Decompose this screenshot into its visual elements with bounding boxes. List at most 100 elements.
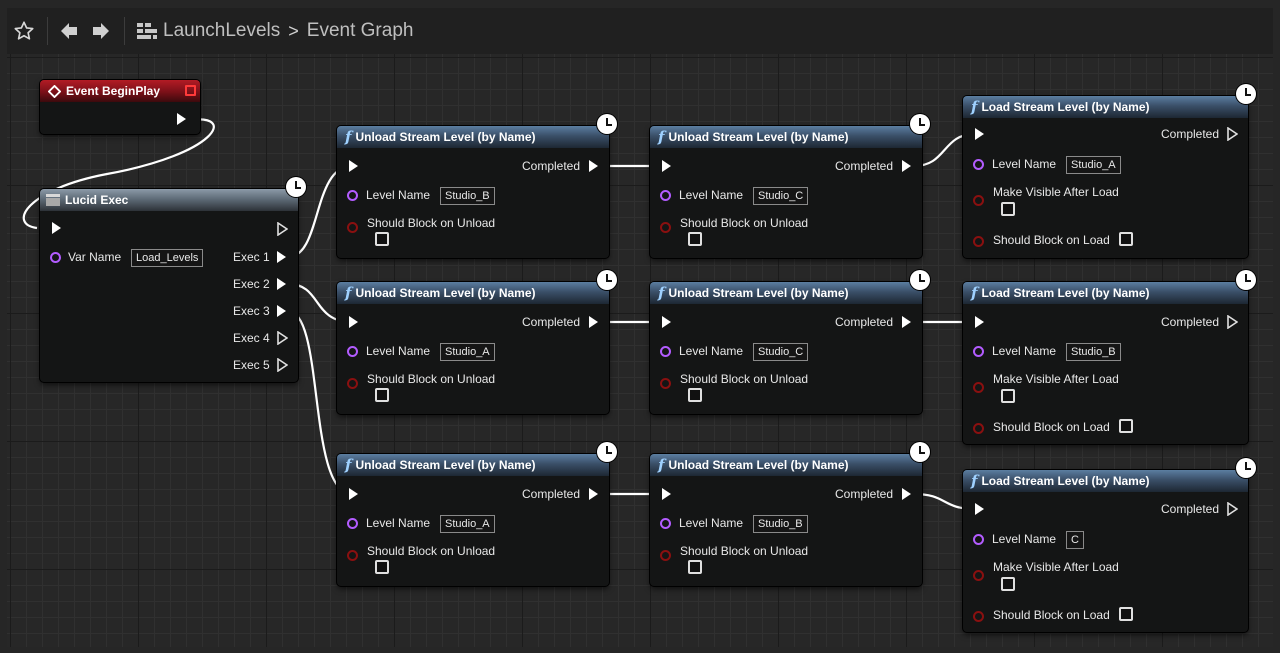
exec-out-pin[interactable] (277, 222, 288, 236)
completed-pin[interactable] (902, 316, 911, 328)
unload-stream-level-node[interactable]: f Unload Stream Level (by Name) Completed… (650, 454, 922, 586)
string-pin-icon[interactable] (660, 190, 671, 201)
bool-pin-icon[interactable] (973, 423, 984, 434)
bool-pin-icon[interactable] (347, 550, 358, 561)
make-visible-checkbox[interactable] (1001, 202, 1015, 216)
level-name-field[interactable]: Studio_C (753, 187, 809, 205)
exec-in-pin[interactable] (349, 316, 358, 328)
var-name-field[interactable]: Load_Levels (131, 249, 204, 267)
bool-pin-icon[interactable] (347, 378, 358, 389)
load-stream-level-node[interactable]: f Load Stream Level (by Name) Completed L… (963, 470, 1248, 632)
string-pin-icon[interactable] (660, 346, 671, 357)
exec-out-pin[interactable] (177, 113, 186, 125)
unload-stream-level-node[interactable]: f Unload Stream Level (by Name) Completed… (650, 282, 922, 414)
load-stream-level-node[interactable]: f Load Stream Level (by Name) Completed L… (963, 282, 1248, 444)
completed-pin[interactable] (1227, 502, 1238, 516)
exec-3-label: Exec 3 (233, 304, 270, 318)
exec-in-pin[interactable] (975, 316, 984, 328)
exec-in-pin[interactable] (52, 222, 61, 234)
should-block-checkbox[interactable] (375, 232, 389, 246)
level-name-field[interactable]: Studio_A (440, 343, 495, 361)
bool-pin-icon[interactable] (973, 570, 984, 581)
node-header: f Unload Stream Level (by Name) (650, 282, 922, 304)
level-name-field[interactable]: Studio_B (440, 187, 495, 205)
should-block-label: Should Block on Load (993, 233, 1110, 247)
lucid-exec-node[interactable]: Lucid Exec Var Name Load_Levels Exec 1 E… (40, 189, 298, 382)
exec-3-pin[interactable] (277, 305, 286, 317)
should-block-checkbox[interactable] (375, 560, 389, 574)
exec-1-label: Exec 1 (233, 250, 270, 264)
completed-pin[interactable] (589, 488, 598, 500)
toolbar-divider (124, 17, 125, 45)
bool-pin-icon[interactable] (347, 222, 358, 233)
forward-arrow-icon[interactable] (84, 8, 118, 54)
string-pin-icon[interactable] (347, 346, 358, 357)
star-outline-icon[interactable] (7, 8, 41, 54)
exec-in-pin[interactable] (975, 503, 984, 515)
string-pin-icon[interactable] (973, 346, 984, 357)
completed-pin[interactable] (902, 160, 911, 172)
breadcrumb-graph[interactable]: Event Graph (307, 20, 414, 42)
unload-stream-level-node[interactable]: f Unload Stream Level (by Name) Completed… (337, 126, 609, 258)
exec-in-pin[interactable] (662, 488, 671, 500)
string-pin-icon[interactable] (347, 518, 358, 529)
unload-stream-level-node[interactable]: f Unload Stream Level (by Name) Completed… (337, 454, 609, 586)
graph-toolbar: LaunchLevels > Event Graph (7, 8, 1273, 54)
completed-pin[interactable] (1227, 127, 1238, 141)
level-name-field[interactable]: Studio_A (1066, 156, 1121, 174)
function-icon: f (971, 98, 978, 116)
should-block-checkbox[interactable] (688, 560, 702, 574)
back-arrow-icon[interactable] (54, 8, 84, 54)
completed-label: Completed (835, 487, 894, 501)
should-block-checkbox[interactable] (1119, 232, 1133, 246)
exec-2-pin[interactable] (277, 278, 286, 290)
bool-pin-icon[interactable] (660, 222, 671, 233)
exec-1-pin[interactable] (277, 251, 286, 263)
event-beginplay-node[interactable]: Event BeginPlay (40, 80, 200, 134)
event-diamond-icon (48, 84, 61, 98)
completed-pin[interactable] (589, 316, 598, 328)
level-name-field[interactable]: Studio_B (753, 515, 808, 533)
unload-stream-level-node[interactable]: f Unload Stream Level (by Name) Completed… (337, 282, 609, 414)
should-block-checkbox[interactable] (688, 232, 702, 246)
event-graph-canvas[interactable]: Event BeginPlay Lucid Exec Var Name Load… (7, 54, 1273, 647)
string-pin-icon[interactable] (50, 252, 61, 263)
string-pin-icon[interactable] (973, 159, 984, 170)
completed-pin[interactable] (1227, 315, 1238, 329)
should-block-checkbox[interactable] (375, 388, 389, 402)
level-name-field[interactable]: Studio_B (1066, 343, 1121, 361)
load-stream-level-node[interactable]: f Load Stream Level (by Name) Completed L… (963, 96, 1248, 258)
string-pin-icon[interactable] (973, 534, 984, 545)
unload-stream-level-node[interactable]: f Unload Stream Level (by Name) Completed… (650, 126, 922, 258)
level-name-field[interactable]: Studio_A (440, 515, 495, 533)
bool-pin-icon[interactable] (973, 382, 984, 393)
make-visible-checkbox[interactable] (1001, 389, 1015, 403)
exec-in-pin[interactable] (662, 160, 671, 172)
bool-pin-icon[interactable] (973, 236, 984, 247)
level-name-field[interactable]: Studio_C (753, 343, 809, 361)
bool-pin-icon[interactable] (973, 195, 984, 206)
node-title: Unload Stream Level (by Name) (355, 458, 536, 472)
breadcrumb-blueprint[interactable]: LaunchLevels (163, 20, 280, 42)
exec-5-pin[interactable] (277, 358, 288, 372)
exec-in-pin[interactable] (349, 160, 358, 172)
completed-pin[interactable] (902, 488, 911, 500)
exec-4-pin[interactable] (277, 331, 288, 345)
exec-in-pin[interactable] (349, 488, 358, 500)
should-block-checkbox[interactable] (1119, 607, 1133, 621)
bool-pin-icon[interactable] (660, 550, 671, 561)
bool-pin-icon[interactable] (973, 611, 984, 622)
string-pin-icon[interactable] (660, 518, 671, 529)
exec-in-pin[interactable] (975, 128, 984, 140)
make-visible-checkbox[interactable] (1001, 577, 1015, 591)
exec-in-pin[interactable] (662, 316, 671, 328)
completed-pin[interactable] (589, 160, 598, 172)
bool-pin-icon[interactable] (660, 378, 671, 389)
string-pin-icon[interactable] (347, 190, 358, 201)
node-title: Unload Stream Level (by Name) (668, 130, 849, 144)
delegate-pin-icon[interactable] (185, 85, 196, 96)
level-name-field[interactable]: C (1066, 531, 1084, 549)
level-name-label: Level Name (366, 344, 431, 358)
should-block-checkbox[interactable] (688, 388, 702, 402)
should-block-checkbox[interactable] (1119, 419, 1133, 433)
